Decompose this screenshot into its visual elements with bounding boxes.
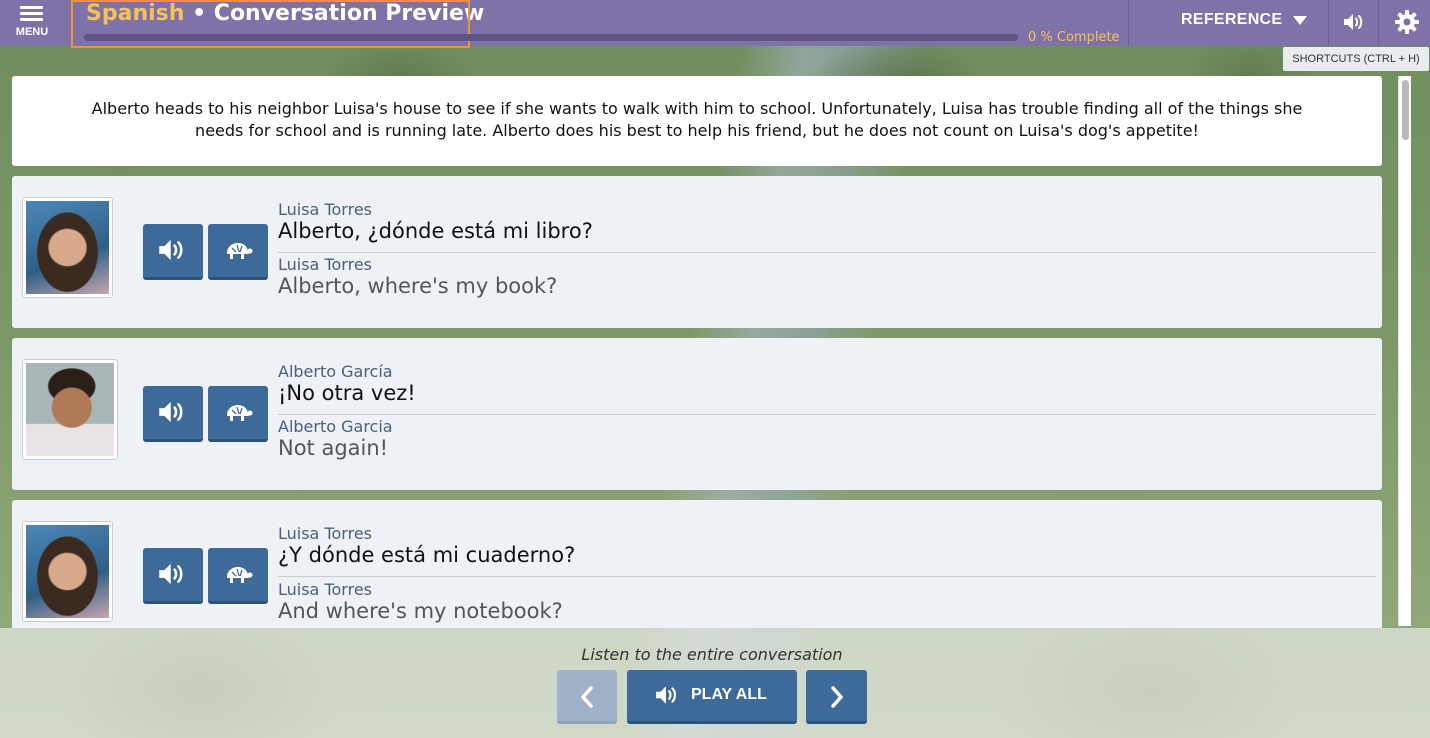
target-utterance: ¡No otra vez!: [278, 381, 416, 405]
play-slow-audio-button[interactable]: [208, 386, 268, 442]
top-bar: MENU Spanish • Conversation Preview 0 % …: [0, 0, 1430, 48]
conversation-line: Luisa Torres Alberto, ¿dónde está mi lib…: [12, 176, 1382, 328]
play-all-label: PLAY ALL: [691, 686, 767, 703]
conversation-line: Luisa Torres ¿Y dónde está mi cuaderno? …: [12, 500, 1382, 628]
speaker-icon: [656, 686, 676, 704]
speaker-icon: [1344, 14, 1363, 30]
speaker-name-translation: Luisa Torres: [278, 255, 372, 274]
play-audio-button[interactable]: [143, 548, 203, 604]
line-separator: [278, 414, 1376, 415]
turtle-icon: [227, 405, 253, 421]
conversation-intro: Alberto heads to his neighbor Luisa's ho…: [12, 76, 1382, 166]
scrollbar[interactable]: [1398, 76, 1411, 626]
speaker-name-translation: Alberto Garcia: [278, 417, 393, 436]
divider: [1128, 0, 1129, 46]
menu-label: MENU: [15, 26, 49, 38]
avatar-alberto: [22, 359, 118, 460]
scrollbar-thumb[interactable]: [1402, 80, 1409, 140]
conversation-line: Alberto García ¡No otra vez! Alberto Gar…: [12, 338, 1382, 490]
menu-button[interactable]: MENU: [0, 0, 64, 46]
conversation-area: Alberto heads to his neighbor Luisa's ho…: [0, 66, 1430, 628]
avatar-luisa: [22, 197, 113, 298]
line-separator: [278, 252, 1376, 253]
avatar-luisa: [22, 521, 113, 622]
target-utterance: ¿Y dónde está mi cuaderno?: [278, 543, 576, 567]
previous-button[interactable]: [557, 670, 617, 724]
chevron-left-icon: [581, 686, 593, 708]
next-button[interactable]: [806, 670, 867, 724]
play-slow-audio-button[interactable]: [208, 224, 268, 280]
caret-down-icon: [1293, 16, 1307, 25]
speaker-icon: [159, 563, 183, 585]
play-audio-button[interactable]: [143, 386, 203, 442]
settings-button[interactable]: [1380, 0, 1430, 46]
progress-bar: [84, 34, 1018, 41]
avatar-image: [26, 363, 114, 456]
reference-label: REFERENCE: [1181, 11, 1283, 28]
play-all-button[interactable]: PLAY ALL: [627, 670, 797, 724]
listen-label: Listen to the entire conversation: [581, 645, 843, 664]
divider: [1378, 0, 1379, 46]
speaker-name: Luisa Torres: [278, 200, 372, 219]
translation-utterance: Alberto, where's my book?: [278, 274, 558, 298]
avatar-image: [26, 201, 109, 294]
turtle-icon: [227, 567, 253, 583]
speaker-icon: [159, 401, 183, 423]
footer-bar: Listen to the entire conversation PLAY A…: [0, 628, 1430, 738]
avatar-image: [26, 525, 109, 618]
target-utterance: Alberto, ¿dónde está mi libro?: [278, 219, 593, 243]
translation-utterance: Not again!: [278, 436, 389, 460]
speaker-name: Luisa Torres: [278, 524, 372, 543]
speaker-icon: [159, 239, 183, 261]
gear-icon: [1395, 10, 1419, 34]
volume-button[interactable]: [1329, 0, 1377, 46]
turtle-icon: [227, 243, 253, 259]
chevron-right-icon: [831, 686, 843, 708]
translation-utterance: And where's my notebook?: [278, 599, 563, 623]
speaker-name: Alberto García: [278, 362, 393, 381]
progress-text: 0 % Complete: [1028, 30, 1120, 45]
speaker-name-translation: Luisa Torres: [278, 580, 372, 599]
reference-dropdown[interactable]: REFERENCE: [1130, 0, 1327, 46]
hamburger-icon: [20, 6, 43, 22]
play-audio-button[interactable]: [143, 224, 203, 280]
line-separator: [278, 576, 1376, 577]
play-slow-audio-button[interactable]: [208, 548, 268, 604]
